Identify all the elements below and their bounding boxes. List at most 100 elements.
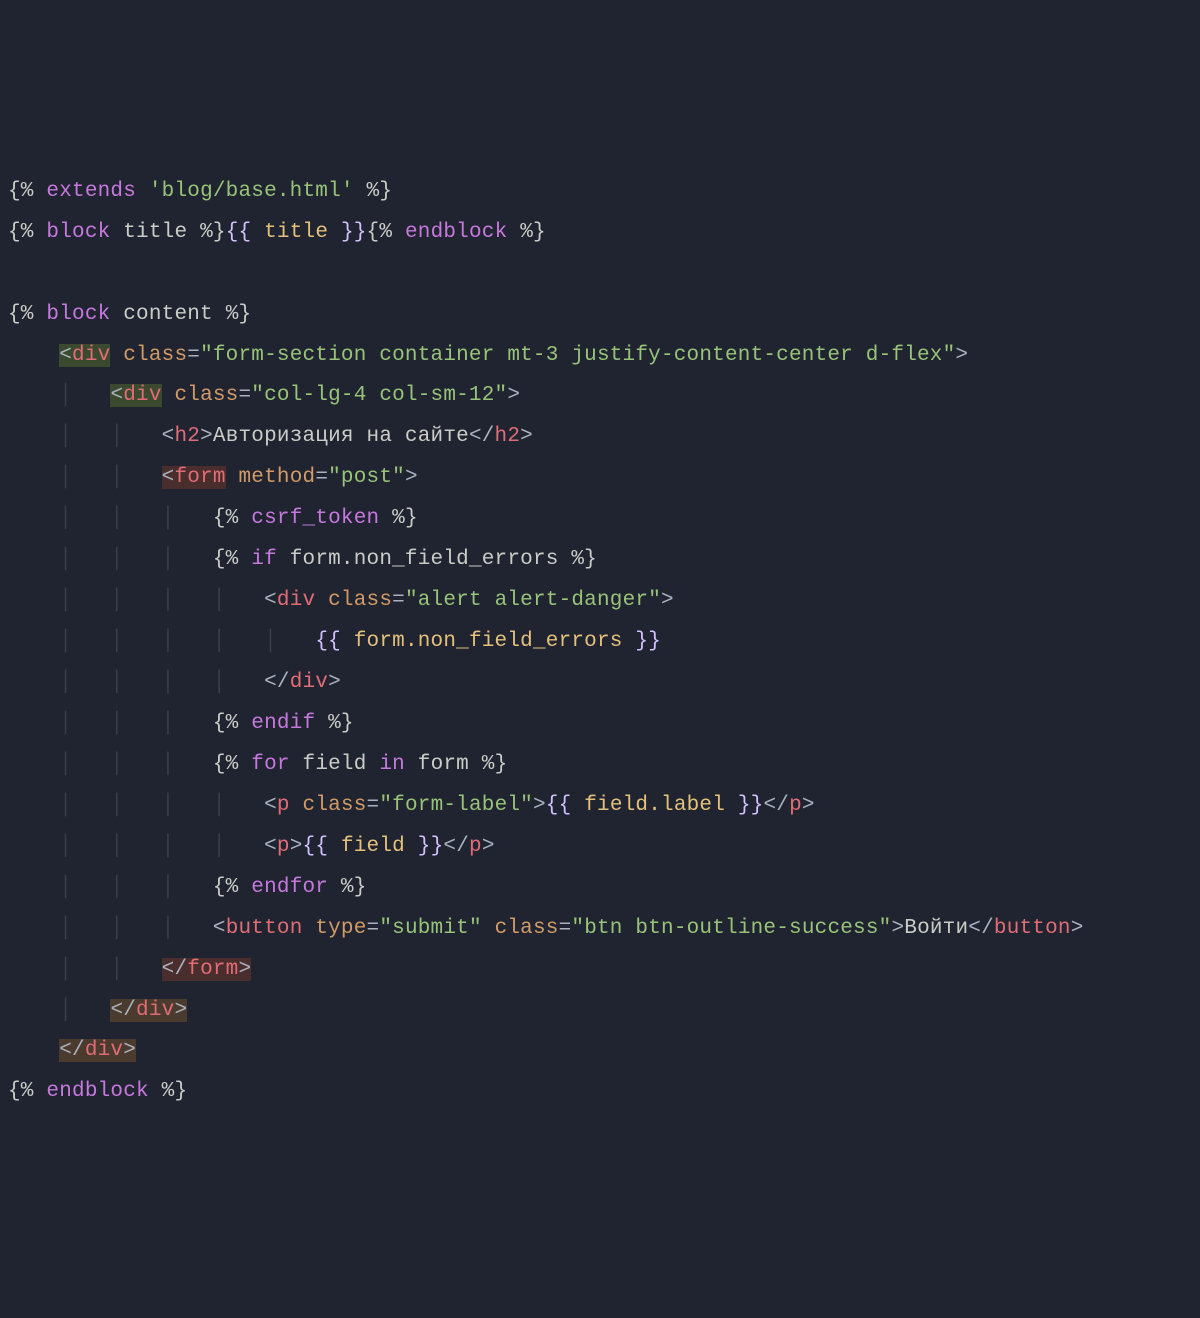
template-delim: %} [520,221,546,244]
html-attr-value: "post" [328,466,405,489]
template-delim: %} [482,753,508,776]
indent-guide: │ [59,589,72,612]
indent-guide: │ [213,835,226,858]
code-line: │ │ </form> [8,958,251,981]
indent-guide: │ [59,917,72,940]
html-tag: p [789,794,802,817]
angle-bracket: </ [110,999,136,1022]
template-delim: {% [8,221,34,244]
code-editor[interactable]: {% extends 'blog/base.html' %} {% block … [8,172,1200,1114]
html-attr-value: "form-label" [379,794,533,817]
indent-guide: │ [110,958,123,981]
html-tag: form [174,466,225,489]
template-keyword: block [46,221,110,244]
angle-bracket: </ [264,671,290,694]
template-delim: {% [213,507,239,530]
angle-bracket: > [238,958,251,981]
template-delim: {% [8,1080,34,1103]
equals: = [187,344,200,367]
loop-var: field [303,753,367,776]
angle-bracket: < [110,384,123,407]
indent-guide: │ [59,999,72,1022]
indent-guide: │ [59,384,72,407]
var-open: {{ [315,630,341,653]
html-tag: div [85,1039,123,1062]
var-close: }} [635,630,661,653]
template-keyword: if [251,548,277,571]
template-delim: %} [200,221,226,244]
template-keyword: endfor [251,876,328,899]
block-name: content [123,303,213,326]
template-keyword: endblock [405,221,507,244]
code-line: {% extends 'blog/base.html' %} [8,180,392,203]
indent-guide: │ [213,630,226,653]
template-delim: {% [213,876,239,899]
code-line: │ │ │ {% endif %} [8,712,354,735]
indent-guide: │ [110,876,123,899]
html-text: Войти [904,917,968,940]
indent-guide: │ [110,425,123,448]
indent-guide: │ [110,630,123,653]
angle-bracket: > [328,671,341,694]
angle-bracket: > [507,384,520,407]
html-attr: method [239,466,316,489]
indent-guide: │ [213,794,226,817]
code-line: {% endblock %} [8,1080,187,1103]
code-line: │ │ │ {% if form.non_field_errors %} [8,548,597,571]
indent-guide: │ [59,507,72,530]
equals: = [559,917,572,940]
code-line: │ │ │ {% csrf_token %} [8,507,418,530]
angle-bracket: > [174,999,187,1022]
angle-bracket: </ [443,835,469,858]
indent-guide: │ [110,548,123,571]
code-line: │ │ │ {% for field in form %} [8,753,507,776]
var-close: }} [341,221,367,244]
html-tag: h2 [174,425,200,448]
indent-guide: │ [59,712,72,735]
code-line: │ │ │ │ </div> [8,671,341,694]
html-tag: div [123,384,161,407]
template-keyword: csrf_token [251,507,379,530]
indent-guide: │ [162,589,175,612]
equals: = [238,384,251,407]
html-attr: class [174,384,238,407]
var-close: }} [738,794,764,817]
template-delim: %} [226,303,252,326]
html-tag: h2 [495,425,521,448]
indent-guide: │ [110,712,123,735]
html-tag: div [290,671,328,694]
angle-bracket: < [213,917,226,940]
block-name: title [123,221,187,244]
indent-guide: │ [162,630,175,653]
code-line: {% block content %} [8,303,251,326]
code-line: │ </div> [8,999,187,1022]
html-tag: div [277,589,315,612]
indent-guide: │ [162,671,175,694]
indent-guide: │ [110,753,123,776]
equals: = [367,917,380,940]
tag-highlight: </div> [110,999,187,1022]
template-delim: {% [8,180,34,203]
code-line: │ │ │ │ <div class="alert alert-danger"> [8,589,674,612]
angle-bracket: > [290,835,303,858]
indent-guide: │ [59,753,72,776]
indent-guide: │ [110,589,123,612]
equals: = [315,466,328,489]
indent-guide: │ [59,958,72,981]
template-keyword: endblock [46,1080,148,1103]
html-attr: class [328,589,392,612]
indent-guide: │ [162,917,175,940]
tag-highlight: </form> [162,958,252,981]
code-line: │ │ │ │ │ {{ form.non_field_errors }} [8,630,661,653]
angle-bracket: > [123,1039,136,1062]
indent-guide: │ [213,589,226,612]
template-delim: {% [367,221,393,244]
html-attr: class [303,794,367,817]
template-delim: %} [571,548,597,571]
angle-bracket: > [533,794,546,817]
indent-guide: │ [110,794,123,817]
tag-highlight: <form [162,466,226,489]
angle-bracket: > [661,589,674,612]
template-delim: %} [162,1080,188,1103]
angle-bracket: > [891,917,904,940]
